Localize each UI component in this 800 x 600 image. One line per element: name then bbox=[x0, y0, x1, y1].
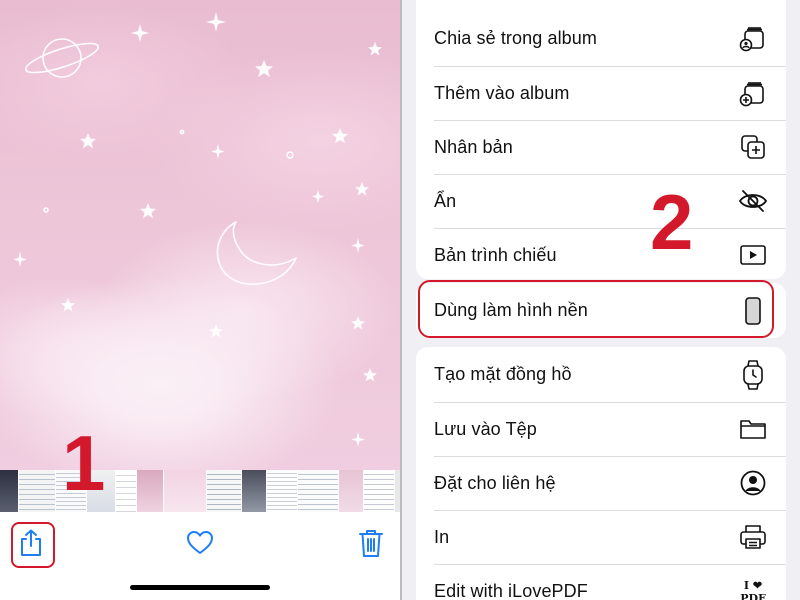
share-sheet-actions: Chia sẻ trong album Thêm vào album Nhân … bbox=[402, 0, 800, 600]
action-label: Chia sẻ trong album bbox=[434, 27, 597, 48]
favorite-button[interactable] bbox=[186, 530, 214, 558]
watch-icon bbox=[738, 359, 768, 390]
photo-pink-sky-wallpaper[interactable] bbox=[0, 0, 400, 470]
action-label: Edit with iLovePDF bbox=[434, 580, 588, 600]
action-print[interactable]: In bbox=[416, 510, 786, 564]
trash-icon bbox=[359, 530, 383, 557]
actions-group: Chia sẻ trong album Thêm vào album Nhân … bbox=[416, 0, 786, 279]
svg-text:PDF: PDF bbox=[740, 592, 766, 600]
photos-viewer: 1 bbox=[0, 0, 400, 600]
share-button[interactable] bbox=[11, 522, 55, 568]
thumbnail[interactable] bbox=[298, 470, 339, 512]
thumbnail[interactable] bbox=[339, 470, 364, 512]
add-to-album-icon bbox=[738, 78, 768, 108]
phone-wallpaper-icon bbox=[738, 296, 768, 326]
home-indicator[interactable] bbox=[130, 585, 270, 590]
contact-icon bbox=[738, 468, 768, 498]
printer-icon bbox=[738, 522, 768, 552]
delete-button[interactable] bbox=[358, 528, 384, 558]
thumbnail[interactable] bbox=[242, 470, 267, 512]
action-label: Đặt cho liên hệ bbox=[434, 472, 556, 493]
action-save-to-files[interactable]: Lưu vào Tệp bbox=[416, 402, 786, 456]
step-number-1: 1 bbox=[62, 419, 106, 507]
thumbnail[interactable] bbox=[0, 470, 19, 512]
action-label: Tạo mặt đồng hồ bbox=[434, 364, 572, 384]
action-label: Lưu vào Tệp bbox=[434, 418, 537, 439]
action-label: Thêm vào album bbox=[434, 82, 570, 103]
thumbnail-strip[interactable] bbox=[0, 470, 400, 512]
photo-toolbar bbox=[0, 512, 400, 600]
action-add-to-album[interactable]: Thêm vào album bbox=[416, 66, 786, 120]
thumbnail[interactable] bbox=[137, 470, 164, 512]
shared-album-icon bbox=[738, 23, 768, 53]
duplicate-icon bbox=[738, 132, 768, 162]
thumbnail[interactable] bbox=[207, 470, 242, 512]
action-duplicate[interactable]: Nhân bản bbox=[416, 120, 786, 174]
action-label: In bbox=[434, 526, 450, 547]
thumbnail-current[interactable] bbox=[164, 470, 207, 512]
actions-group: Dùng làm hình nền bbox=[416, 283, 786, 338]
step-number-2: 2 bbox=[650, 178, 694, 266]
action-label: Nhân bản bbox=[434, 136, 513, 157]
ilovepdf-icon: I ❤ PDF bbox=[738, 576, 768, 600]
thumbnail[interactable] bbox=[19, 470, 56, 512]
action-shared-album[interactable]: Chia sẻ trong album bbox=[416, 10, 786, 66]
thumbnail[interactable] bbox=[364, 470, 395, 512]
svg-text:I ❤: I ❤ bbox=[744, 579, 762, 592]
folder-icon bbox=[738, 414, 768, 444]
action-hide[interactable]: Ẩn bbox=[416, 174, 786, 228]
action-assign-to-contact[interactable]: Đặt cho liên hệ bbox=[416, 456, 786, 510]
thumbnail[interactable] bbox=[116, 470, 137, 512]
action-edit-with-ilovepdf[interactable]: Edit with iLovePDF I ❤ PDF bbox=[416, 564, 786, 600]
share-icon bbox=[21, 529, 41, 556]
hide-eye-icon bbox=[738, 186, 768, 216]
actions-group: Tạo mặt đồng hồ Lưu vào Tệp Đặt cho liên… bbox=[416, 347, 786, 600]
action-label: Dùng làm hình nền bbox=[434, 300, 588, 320]
action-use-as-wallpaper[interactable]: Dùng làm hình nền bbox=[416, 283, 786, 338]
thumbnail[interactable] bbox=[267, 470, 298, 512]
action-slideshow[interactable]: Bản trình chiếu bbox=[416, 228, 786, 279]
action-create-watch-face[interactable]: Tạo mặt đồng hồ bbox=[416, 347, 786, 402]
heart-icon bbox=[187, 531, 213, 554]
slideshow-play-icon bbox=[738, 240, 768, 270]
wallpaper-doodles bbox=[13, 12, 382, 447]
